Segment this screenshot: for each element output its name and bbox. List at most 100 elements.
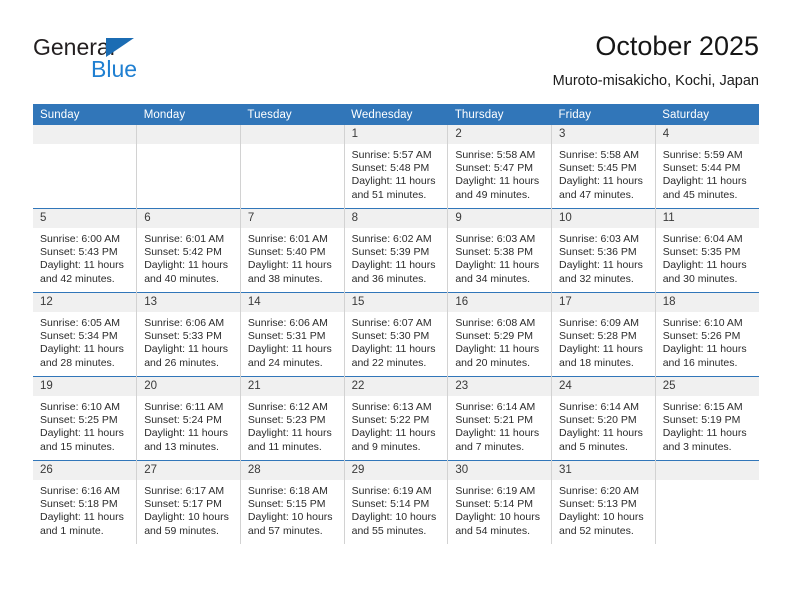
day-number: 7 [240,209,344,228]
day-details [241,144,344,149]
day-detail-line: and 36 minutes. [351,272,427,285]
calendar-cell-day-31[interactable]: 31 Sunrise: 6:20 AM Sunset: 5:13 PM Dayligh… [551,460,656,544]
calendar-cell-day-24[interactable]: 24 Sunrise: 6:14 AM Sunset: 5:20 PM Dayligh… [551,376,656,461]
day-detail-line: and 54 minutes. [455,524,531,537]
calendar-cell-day-3[interactable]: 3 Sunrise: 5:58 AM Sunset: 5:45 PM Daylight… [551,125,656,209]
calendar-cell-day-27[interactable]: 27 Sunrise: 6:17 AM Sunset: 5:17 PM Dayligh… [136,460,241,544]
day-number: 11 [655,209,759,228]
day-detail-line: Daylight: 11 hours [662,259,747,272]
day-details: Sunrise: 5:58 AM Sunset: 5:45 PM Daylight:… [552,144,655,202]
calendar-cell-day-29[interactable]: 29 Sunrise: 6:19 AM Sunset: 5:14 PM Dayligh… [344,460,449,544]
day-detail-line: and 42 minutes. [40,272,115,285]
day-number: 30 [448,461,552,480]
calendar-cell-day-19[interactable]: 19 Sunrise: 6:10 AM Sunset: 5:25 PM Dayligh… [33,376,138,461]
day-detail-line: Sunset: 5:26 PM [662,330,741,343]
day-detail-line: and 30 minutes. [662,272,738,285]
weekday-header-thursday: Thursday [447,104,552,125]
day-detail-line: Sunset: 5:47 PM [455,162,533,175]
day-number [240,125,344,144]
calendar-page: General Blue October 2025 Muroto-misakic… [0,0,792,612]
calendar-cell-day-17[interactable]: 17 Sunrise: 6:09 AM Sunset: 5:28 PM Dayligh… [551,292,656,377]
day-detail-line: Daylight: 11 hours [559,343,643,356]
calendar-cell-day-20[interactable]: 20 Sunrise: 6:11 AM Sunset: 5:24 PM Dayligh… [136,376,241,461]
day-detail-line: Sunset: 5:23 PM [247,414,326,427]
day-detail-line: Daylight: 11 hours [455,427,540,440]
calendar-cell-day-22[interactable]: 22 Sunrise: 6:13 AM Sunset: 5:22 PM Dayligh… [344,376,449,461]
calendar-cell-day-4[interactable]: 4 Sunrise: 5:59 AM Sunset: 5:44 PM Daylight… [655,125,759,209]
day-detail-line: Daylight: 10 hours [144,511,229,524]
day-detail-line: Sunset: 5:22 PM [351,414,430,427]
day-detail-line: Sunset: 5:31 PM [247,330,326,343]
calendar-cell-day-6[interactable]: 6 Sunrise: 6:01 AM Sunset: 5:42 PM Daylight… [136,208,241,293]
day-detail-line: Sunrise: 5:58 AM [559,149,639,161]
calendar-cell-day-7[interactable]: 7 Sunrise: 6:01 AM Sunset: 5:40 PM Daylight… [240,208,345,293]
calendar-cell-day-13[interactable]: 13 Sunrise: 6:06 AM Sunset: 5:33 PM Dayligh… [136,292,241,377]
week-row: 26 Sunrise: 6:16 AM Sunset: 5:18 PM Dayligh… [33,460,759,544]
weekday-header-tuesday: Tuesday [240,104,345,125]
calendar-cell-day-2[interactable]: 2 Sunrise: 5:58 AM Sunset: 5:47 PM Daylight… [447,125,553,209]
calendar-cell-empty [655,460,759,544]
day-detail-line: and 16 minutes. [662,356,738,369]
calendar-cell-day-16[interactable]: 16 Sunrise: 6:08 AM Sunset: 5:29 PM Dayligh… [447,292,553,377]
day-detail-line: Sunrise: 6:03 AM [455,233,536,245]
day-detail-line: and 9 minutes. [351,440,421,453]
day-detail-line: Sunrise: 6:20 AM [559,485,639,497]
day-detail-line: Daylight: 11 hours [40,259,124,272]
calendar-cell-day-30[interactable]: 30 Sunrise: 6:19 AM Sunset: 5:14 PM Dayligh… [447,460,553,544]
calendar-cell-day-18[interactable]: 18 Sunrise: 6:10 AM Sunset: 5:26 PM Dayligh… [655,292,759,377]
calendar-cell-day-15[interactable]: 15 Sunrise: 6:07 AM Sunset: 5:30 PM Dayligh… [344,292,449,377]
day-details: Sunrise: 6:11 AM Sunset: 5:24 PM Daylight:… [137,396,240,454]
day-detail-line: and 1 minute. [40,524,104,537]
calendar-cell-day-28[interactable]: 28 Sunrise: 6:18 AM Sunset: 5:15 PM Dayligh… [240,460,345,544]
calendar-cell-day-21[interactable]: 21 Sunrise: 6:12 AM Sunset: 5:23 PM Dayligh… [240,376,345,461]
calendar-cell-day-9[interactable]: 9 Sunrise: 6:03 AM Sunset: 5:38 PM Daylight… [447,208,553,293]
calendar-cell-day-26[interactable]: 26 Sunrise: 6:16 AM Sunset: 5:18 PM Dayligh… [33,460,138,544]
calendar-cell-day-1[interactable]: 1 Sunrise: 5:57 AM Sunset: 5:48 PM Daylight… [344,125,449,209]
day-detail-line: Sunset: 5:44 PM [662,162,741,175]
day-details: Sunrise: 6:07 AM Sunset: 5:30 PM Daylight:… [345,312,448,370]
calendar-cell-day-11[interactable]: 11 Sunrise: 6:04 AM Sunset: 5:35 PM Dayligh… [655,208,759,293]
day-detail-line: Daylight: 11 hours [351,343,436,356]
page-header: General Blue October 2025 Muroto-misakic… [33,30,759,100]
day-detail-line: and 7 minutes. [455,440,525,453]
day-details: Sunrise: 5:59 AM Sunset: 5:44 PM Daylight:… [656,144,759,202]
day-detail-line: and 24 minutes. [247,356,323,369]
day-detail-line: Sunrise: 6:18 AM [247,485,328,497]
week-row: 5 Sunrise: 6:00 AM Sunset: 5:43 PM Daylight… [33,208,759,293]
day-detail-line: and 26 minutes. [144,356,219,369]
weekday-header-wednesday: Wednesday [344,104,448,125]
calendar-cell-day-8[interactable]: 8 Sunrise: 6:02 AM Sunset: 5:39 PM Daylight… [344,208,449,293]
calendar-cell-day-5[interactable]: 5 Sunrise: 6:00 AM Sunset: 5:43 PM Daylight… [33,208,138,293]
day-detail-line: and 38 minutes. [247,272,323,285]
calendar-cell-day-25[interactable]: 25 Sunrise: 6:15 AM Sunset: 5:19 PM Dayligh… [655,376,759,461]
location-subtitle: Muroto-misakicho, Kochi, Japan [552,73,759,89]
calendar-cell-day-14[interactable]: 14 Sunrise: 6:06 AM Sunset: 5:31 PM Dayligh… [240,292,345,377]
day-detail-line: and 40 minutes. [144,272,219,285]
calendar-cell-day-10[interactable]: 10 Sunrise: 6:03 AM Sunset: 5:36 PM Dayligh… [551,208,656,293]
day-detail-line: Daylight: 11 hours [144,427,229,440]
day-details: Sunrise: 6:08 AM Sunset: 5:29 PM Daylight:… [448,312,551,370]
day-number: 5 [33,209,137,228]
weekday-header-sunday: Sunday [33,104,137,125]
calendar-cell-day-12[interactable]: 12 Sunrise: 6:05 AM Sunset: 5:34 PM Dayligh… [33,292,138,377]
day-detail-line: Sunrise: 6:06 AM [247,317,328,329]
day-detail-line: Daylight: 11 hours [662,343,747,356]
calendar-cell-day-23[interactable]: 23 Sunrise: 6:14 AM Sunset: 5:21 PM Dayligh… [447,376,553,461]
day-number: 8 [344,209,448,228]
day-detail-line: and 5 minutes. [559,440,628,453]
day-number [137,125,240,144]
day-detail-line: Daylight: 11 hours [40,511,124,524]
day-detail-line: Sunrise: 6:10 AM [662,317,743,329]
day-detail-line: and 3 minutes. [662,440,732,453]
day-detail-line: Sunset: 5:14 PM [351,498,430,511]
day-detail-line: and 13 minutes. [144,440,219,453]
logo-triangle-icon [106,38,134,57]
day-detail-line: Daylight: 11 hours [144,259,229,272]
day-detail-line: Sunrise: 6:01 AM [247,233,328,245]
day-detail-line: Daylight: 11 hours [559,259,643,272]
calendar-grid: Sunday Monday Tuesday Wednesday Thursday Frid… [33,104,759,544]
day-detail-line: and 15 minutes. [40,440,115,453]
day-details: Sunrise: 6:00 AM Sunset: 5:43 PM Daylight:… [33,228,136,286]
day-details: Sunrise: 6:19 AM Sunset: 5:14 PM Daylight:… [345,480,448,538]
logo-text-blue: Blue [91,56,138,82]
